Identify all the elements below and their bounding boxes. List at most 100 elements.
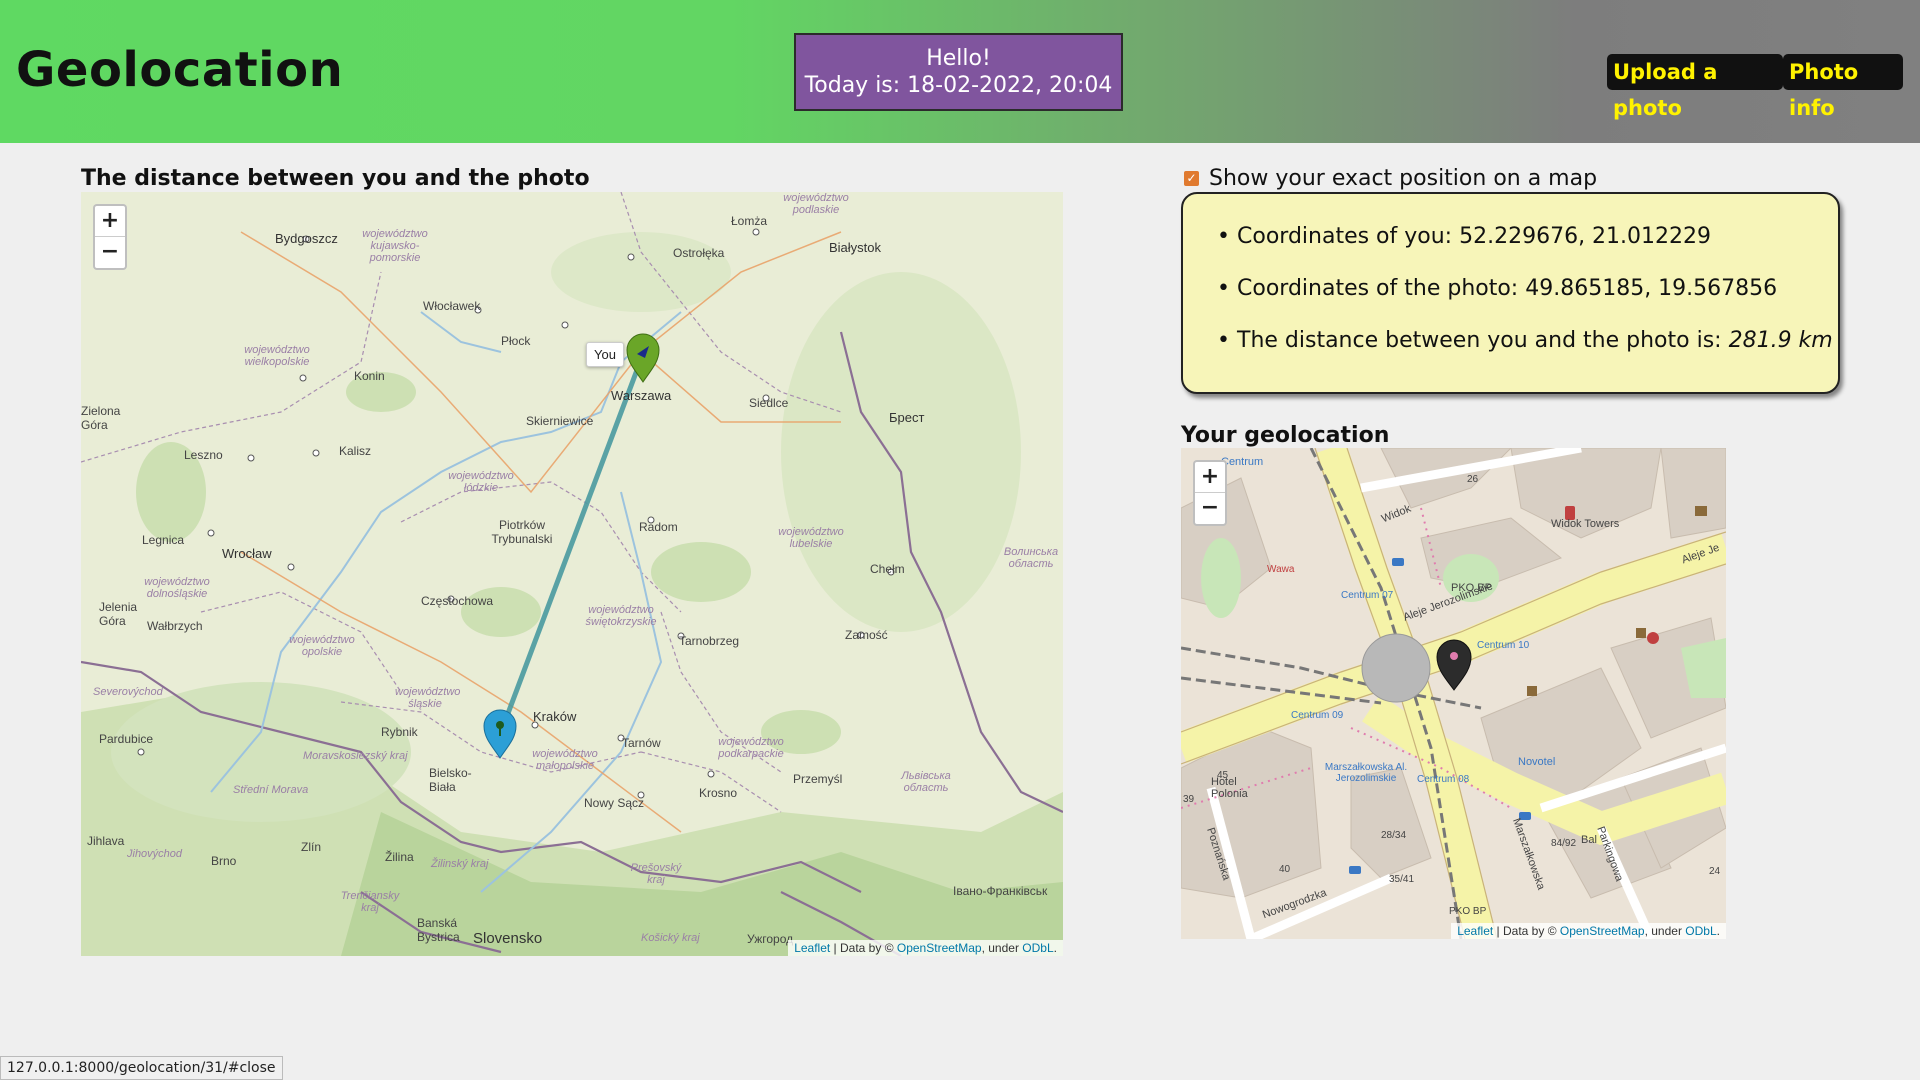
map-place-label: Wawa (1267, 564, 1295, 575)
map-region-label: województwo dolnośląskie (144, 576, 210, 600)
coords-you-item: Coordinates of you: 52.229676, 21.012229 (1217, 224, 1838, 249)
map-region-label: województwo podlaskie (783, 192, 849, 216)
greeting-date: Today is: 18-02-2022, 20:04 (804, 73, 1113, 98)
leaflet-link[interactable]: Leaflet (794, 941, 830, 955)
map-city-label: Skierniewice (526, 414, 594, 428)
map-city-label: Bielsko-Biała (429, 766, 472, 794)
map-place-label: Marszałkowska Al. Jerozolimskie (1324, 762, 1408, 784)
map-city-label: Zamość (845, 628, 888, 642)
exact-position-row[interactable]: ✓ Show your exact position on a map (1184, 166, 1597, 191)
map-city-label: Krosno (699, 786, 738, 800)
map-region-label: Prešovský kraj (630, 862, 682, 886)
map-place-label: 24 (1709, 866, 1721, 877)
distance-item: The distance between you and the photo i… (1217, 328, 1838, 353)
coords-photo-item: Coordinates of the photo: 49.865185, 19.… (1217, 276, 1838, 301)
map-city-label: Kraków (533, 709, 577, 724)
geolocation-map[interactable]: Widok Towers PKO BP Hotel Polonia Novote… (1181, 448, 1726, 939)
osm-link[interactable]: OpenStreetMap (1560, 924, 1645, 938)
map-city-label: Łomża (731, 214, 768, 228)
map-region-label: województwo wielkopolskie (244, 344, 310, 368)
map-region-label: województwo świętokrzyskie (585, 604, 657, 628)
map-place-label: 28/34 (1381, 830, 1407, 841)
exact-position-checkbox[interactable]: ✓ (1184, 171, 1199, 186)
zoom-in-button[interactable]: + (95, 206, 125, 237)
photo-info-button[interactable]: Photo info (1783, 54, 1903, 120)
map-city-label: Wałbrzych (147, 619, 203, 633)
coords-photo-value: 49.865185, 19.567856 (1525, 276, 1778, 301)
map-place-label: Centrum 09 (1291, 710, 1344, 721)
map-city-label: Chełm (870, 562, 905, 576)
map-city-label: Ужгород (747, 932, 794, 946)
distance-map[interactable]: Bydgoszcz Łomża Białystok Ostrołęka Włoc… (81, 192, 1063, 956)
map-place-label: 26 (1467, 474, 1479, 485)
map-region-label: województwo opolskie (289, 634, 355, 658)
map-city-label: Legnica (142, 533, 185, 547)
status-bar-url: 127.0.0.1:8000/geolocation/31/#close (0, 1056, 283, 1080)
map-city-label: Ostrołęka (673, 246, 725, 260)
map-region-label: województwo lubelskie (778, 526, 844, 550)
map-city-label: Włocławek (423, 299, 481, 313)
geolocation-map-zoom: + − (1193, 460, 1227, 526)
map-city-label: Kalisz (339, 444, 372, 458)
map-city-label: Брест (889, 410, 925, 425)
map-city-label: Leszno (184, 448, 223, 462)
app-title: Geolocation (16, 42, 344, 98)
you-tooltip: You (586, 342, 624, 367)
map-city-label: Žilina (385, 850, 414, 864)
map-city-label: Banská Bystrica (417, 916, 460, 944)
map-place-label: Centrum 07 (1341, 590, 1394, 601)
map-region-label: Trenčiansky kraj (340, 890, 400, 914)
osm-link[interactable]: OpenStreetMap (897, 941, 982, 955)
map-city-label: Nowy Sącz (584, 796, 645, 810)
map-city-label: Częstochowa (421, 594, 494, 608)
map-region-label: Волинська область (1003, 546, 1059, 570)
map-attribution: Leaflet | Data by © OpenStreetMap, under… (788, 940, 1063, 956)
map-attribution: Leaflet | Data by © OpenStreetMap, under… (1451, 923, 1726, 939)
map-city-label: Івано-Франківськ (953, 884, 1048, 898)
zoom-in-button[interactable]: + (1195, 462, 1225, 493)
map-place-label: Bal (1581, 834, 1597, 846)
map-place-label: 35/41 (1389, 874, 1415, 885)
map-place-label: Novotel (1518, 756, 1556, 768)
distance-section-title: The distance between you and the photo (81, 166, 590, 191)
coordinates-info-box: Coordinates of you: 52.229676, 21.012229… (1181, 192, 1840, 394)
leaflet-link[interactable]: Leaflet (1457, 924, 1493, 938)
map-region-label: Střední Morava (233, 784, 309, 796)
map-region-label: województwo podkarpackie (718, 736, 784, 760)
distance-map-zoom: + − (93, 204, 127, 270)
map-region-label: województwo śląskie (395, 686, 461, 710)
coords-you-value: 52.229676, 21.012229 (1459, 224, 1712, 249)
map-city-label: Jihlava (87, 834, 125, 848)
map-city-label: Bydgoszcz (275, 231, 338, 246)
greeting-box: Hello! Today is: 18-02-2022, 20:04 (794, 33, 1123, 111)
map-city-label: Rybnik (381, 725, 418, 739)
map-city-label: Przemyśl (793, 772, 843, 786)
greeting-hello: Hello! (926, 46, 991, 71)
map-region-label: Jihovýchod (127, 848, 183, 860)
map-region-label: Košický kraj (641, 932, 700, 944)
map-region-label: województwo łódzkie (448, 470, 514, 494)
map-region-label: Žilinský kraj (431, 858, 489, 870)
map-city-label: Zielona Góra (81, 404, 121, 432)
map-city-label: Wrocław (222, 546, 272, 561)
map-city-label: Tarnobrzeg (679, 634, 740, 648)
map-city-label: Białystok (829, 240, 882, 255)
map-city-label: Brno (211, 854, 237, 868)
map-place-label: Centrum 08 (1417, 774, 1470, 785)
odbl-link[interactable]: ODbL (1685, 924, 1716, 938)
map-city-label: Pardubice (99, 732, 154, 746)
map-place-label: 39 (1183, 794, 1195, 805)
upload-photo-button[interactable]: Upload a photo (1607, 54, 1783, 120)
map-region-label: Moravskoslezský kraj (303, 750, 408, 762)
map-place-label: Widok Towers (1551, 518, 1620, 530)
distance-map-tiles (81, 192, 1063, 956)
map-city-label: Konin (354, 369, 385, 383)
exact-position-label[interactable]: Show your exact position on a map (1209, 166, 1597, 191)
map-city-label: Radom (639, 520, 678, 534)
zoom-out-button[interactable]: − (1195, 493, 1225, 524)
odbl-link[interactable]: ODbL (1022, 941, 1053, 955)
map-city-label: Slovensko (473, 930, 543, 947)
map-place-label: 40 (1279, 864, 1291, 875)
zoom-out-button[interactable]: − (95, 237, 125, 268)
map-city-label: Warszawa (611, 388, 672, 403)
